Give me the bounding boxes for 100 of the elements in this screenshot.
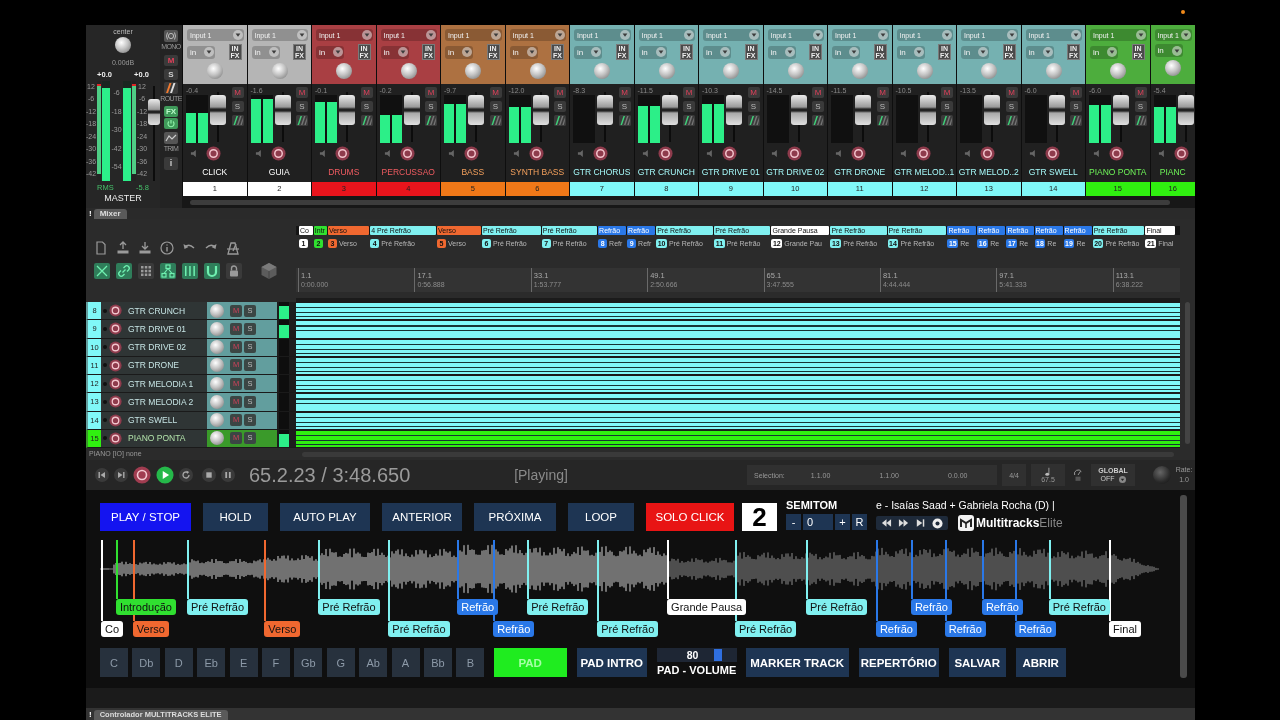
marker-label[interactable]: Verso (132, 621, 169, 637)
skip-forward-icon[interactable] (114, 468, 128, 482)
control-button[interactable]: ANTERIOR (382, 503, 462, 531)
solo-button[interactable]: S (360, 101, 373, 112)
skip-end-icon[interactable] (915, 518, 926, 528)
record-icon[interactable] (464, 145, 479, 161)
record-icon[interactable] (109, 358, 122, 372)
mode-dropdown[interactable]: in (638, 45, 667, 59)
speaker-icon[interactable] (964, 148, 973, 158)
key-button[interactable]: G (326, 648, 355, 677)
solo-button[interactable]: S (1070, 101, 1082, 112)
marker-label[interactable]: Pré Refrão (388, 621, 450, 637)
solo-button[interactable]: S (941, 101, 953, 112)
stripes-icon[interactable] (747, 115, 760, 126)
metronome-icon[interactable] (226, 241, 240, 255)
control-button[interactable]: AUTO PLAY (280, 503, 370, 531)
marker-label[interactable]: Final (1109, 621, 1141, 637)
key-button[interactable]: Eb (197, 648, 226, 677)
solo-button[interactable]: S (164, 69, 178, 80)
pause-icon[interactable] (221, 468, 235, 482)
circle-dot-icon[interactable] (932, 517, 943, 529)
record-icon[interactable] (335, 145, 350, 161)
record-icon[interactable] (270, 145, 286, 161)
mode-dropdown[interactable]: in (509, 45, 538, 59)
key-button[interactable]: E (229, 648, 258, 677)
record-icon[interactable] (109, 431, 122, 445)
slider-thumb[interactable] (714, 649, 723, 661)
mode-dropdown[interactable]: in (1025, 45, 1054, 59)
pan-knob[interactable] (115, 37, 131, 53)
speaker-icon[interactable] (319, 148, 328, 158)
solo-button[interactable]: S (425, 101, 437, 112)
speaker-icon[interactable] (512, 148, 522, 158)
skip-back-icon[interactable] (95, 468, 109, 482)
linked-squares-icon[interactable] (160, 263, 176, 279)
audio-clip[interactable] (296, 412, 1180, 429)
record-icon[interactable] (528, 145, 544, 161)
audio-clip[interactable] (296, 357, 1180, 374)
marker-label[interactable]: Verso (264, 621, 301, 637)
stripes-icon[interactable] (296, 115, 308, 126)
fast-forward-icon[interactable] (898, 518, 909, 528)
record-icon[interactable] (109, 340, 122, 354)
solo-button[interactable]: S (554, 101, 566, 112)
record-icon[interactable] (109, 304, 122, 318)
speaker-icon[interactable] (706, 148, 715, 158)
solo-button[interactable]: S (812, 101, 824, 112)
key-button[interactable]: Db (132, 648, 161, 677)
mode-dropdown[interactable]: in (1154, 44, 1183, 57)
stripes-icon[interactable] (876, 115, 889, 126)
file-icon[interactable] (94, 241, 108, 255)
record-icon[interactable] (1173, 145, 1189, 161)
speaker-icon[interactable] (835, 148, 844, 158)
key-button[interactable]: A (391, 648, 420, 677)
solo-button[interactable]: S (231, 101, 244, 112)
marker-label[interactable]: Pré Refrão (597, 621, 659, 637)
solo-button[interactable]: S (489, 101, 502, 112)
mono-icon[interactable] (164, 30, 178, 42)
stripes-icon[interactable] (1005, 115, 1018, 126)
control-button[interactable]: SOLO CLICK (646, 503, 734, 531)
rate-knob[interactable] (1153, 466, 1171, 484)
mode-dropdown[interactable]: in (316, 45, 344, 59)
key-button[interactable]: D (164, 648, 193, 677)
link-icon[interactable] (116, 263, 132, 279)
pad-intro-button[interactable]: PAD INTRO (576, 648, 647, 677)
action-button[interactable]: REPERTÓRIO (858, 648, 939, 677)
marker-label[interactable]: Pré Refrão (186, 599, 249, 615)
record-icon[interactable] (1109, 145, 1124, 161)
marker-label[interactable]: Refrão (1014, 621, 1056, 637)
key-button[interactable]: Ab (359, 648, 388, 677)
record-icon[interactable] (851, 145, 866, 161)
scrollbar[interactable] (1179, 495, 1187, 678)
solo-button[interactable]: S (1134, 101, 1147, 112)
crossed-lines-icon[interactable] (94, 263, 110, 279)
info-button[interactable]: i (164, 157, 178, 170)
plus-button[interactable]: + (835, 514, 850, 530)
speaker-icon[interactable] (899, 148, 909, 158)
key-button[interactable]: Bb (423, 648, 452, 677)
audio-clip[interactable] (296, 339, 1180, 356)
key-button[interactable]: B (456, 648, 485, 677)
stripes-icon[interactable] (554, 115, 566, 126)
speaker-icon[interactable] (448, 148, 457, 158)
mode-dropdown[interactable]: in (380, 45, 409, 59)
solo-button[interactable]: S (1005, 101, 1018, 112)
power-icon[interactable] (164, 118, 178, 129)
minus-button[interactable]: - (786, 514, 801, 530)
record-icon[interactable] (722, 145, 737, 161)
marker-label[interactable]: Pré Refrão (734, 621, 797, 637)
mode-dropdown[interactable]: in (1090, 45, 1118, 59)
key-button[interactable]: Gb (294, 648, 323, 677)
speaker-icon[interactable] (383, 148, 393, 158)
control-button[interactable]: PLAY / STOP (100, 503, 191, 531)
squares-grid-icon[interactable] (138, 263, 154, 279)
marker-label[interactable]: Refrão (875, 621, 917, 637)
record-icon[interactable] (915, 145, 931, 161)
stripes-icon[interactable] (1134, 115, 1147, 126)
speaker-icon[interactable] (1028, 148, 1038, 158)
record-icon[interactable] (657, 145, 673, 161)
mode-dropdown[interactable]: in (961, 45, 989, 59)
marker-label[interactable]: Grande Pausa (667, 599, 747, 615)
stripes-icon[interactable] (425, 115, 437, 126)
marker-label[interactable]: Refrão (457, 599, 499, 615)
